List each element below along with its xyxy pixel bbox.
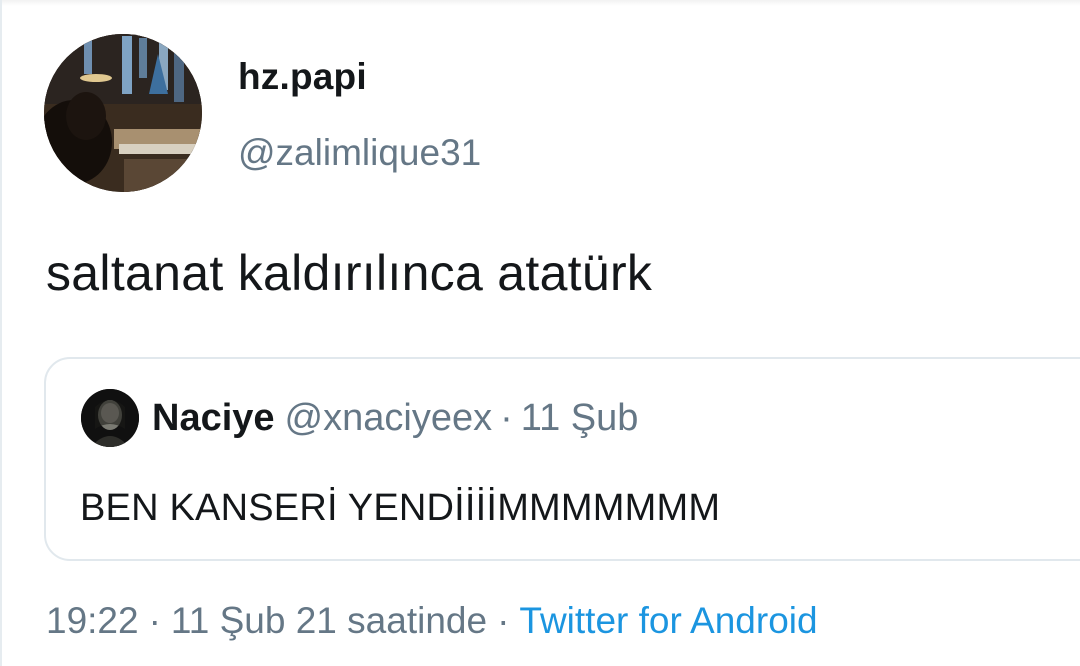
quoted-tweet-time[interactable]: 11 Şub [521,397,639,439]
tweet-text: saltanat kaldırılınca atatürk [46,245,653,301]
quoted-author-name[interactable]: Naciye [152,397,275,439]
quoted-tweet-text: BEN KANSERİ YENDİİİİMMMMMMM [80,487,721,529]
author-avatar[interactable] [44,34,202,192]
author-display-name[interactable]: hz.papi [238,56,367,98]
separator-dot: · [500,397,513,439]
quoted-author-avatar[interactable] [81,389,139,447]
profile-photo-icon [44,34,202,192]
separator-dot: · [497,600,510,641]
separator-dot: · [148,600,161,641]
quoted-author-username[interactable]: @xnaciyeex [285,397,493,439]
tweet-left-border [0,0,2,666]
quoted-tweet-header: Naciye @xnaciyeex · 11 Şub [152,397,638,440]
top-edge-shadow [0,0,1080,6]
tweet-source-link[interactable]: Twitter for Android [519,600,817,641]
tweet-metadata: 19:22 · 11 Şub 21 saatinde · Twitter for And… [46,600,818,642]
quoted-tweet-card[interactable]: Naciye @xnaciyeex · 11 Şub BEN KANSERİ YEND… [44,357,1080,561]
author-username[interactable]: @zalimlique31 [238,132,481,174]
tweet-time[interactable]: 19:22 [46,600,139,641]
tweet-date[interactable]: 11 Şub 21 saatinde [171,600,487,641]
profile-photo-icon [81,389,139,447]
